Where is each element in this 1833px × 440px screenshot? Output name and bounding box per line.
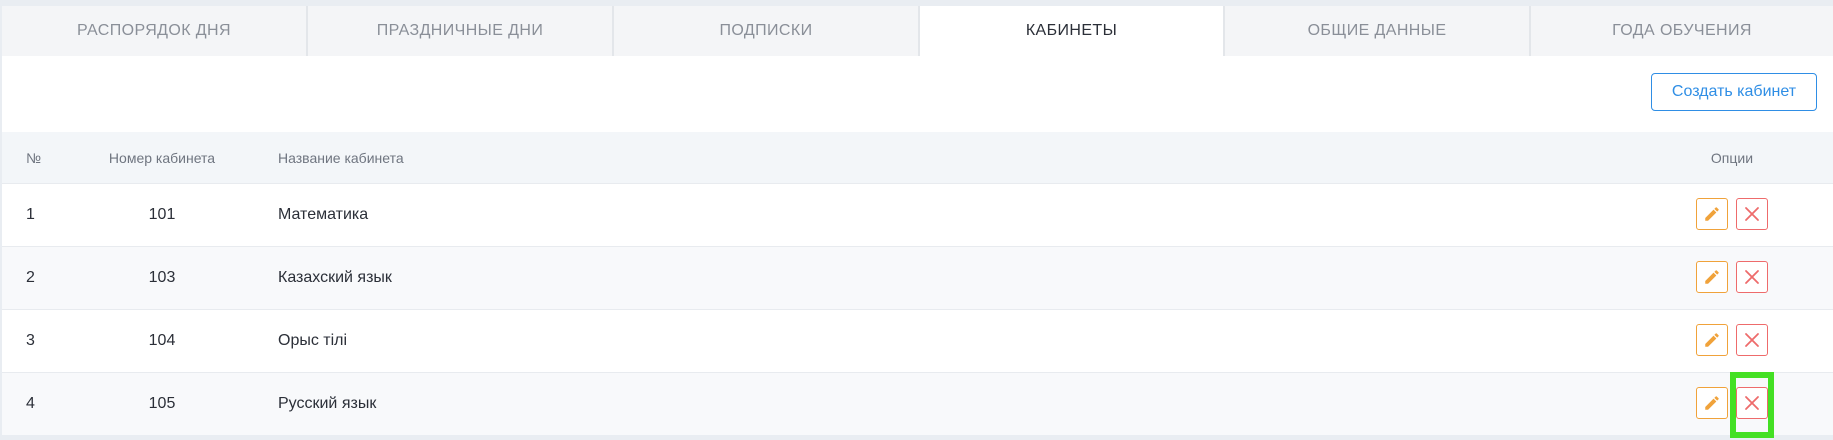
- row-actions: [1696, 324, 1768, 356]
- delete-button[interactable]: [1736, 198, 1768, 230]
- edit-button[interactable]: [1696, 387, 1728, 419]
- delete-button[interactable]: [1736, 324, 1768, 356]
- table-row: 4 105 Русский язык: [2, 372, 1833, 435]
- tab-daily-schedule[interactable]: РАСПОРЯДОК ДНЯ: [2, 6, 308, 56]
- pencil-icon: [1705, 333, 1719, 347]
- close-icon: [1745, 333, 1759, 347]
- classrooms-panel: Создать кабинет № Номер кабинета Названи…: [2, 56, 1833, 435]
- row-number: 3: [26, 332, 35, 349]
- edit-button[interactable]: [1696, 198, 1728, 230]
- tab-bar: РАСПОРЯДОК ДНЯ ПРАЗДНИЧНЫЕ ДНИ ПОДПИСКИ …: [2, 6, 1833, 56]
- tab-study-years[interactable]: ГОДА ОБУЧЕНИЯ: [1531, 6, 1833, 56]
- row-room-number: 104: [148, 332, 176, 349]
- row-room-name: Математика: [278, 206, 369, 223]
- tab-subscriptions[interactable]: ПОДПИСКИ: [614, 6, 920, 56]
- delete-highlight-box: [1730, 372, 1774, 438]
- header-room-number: Номер кабинета: [108, 149, 216, 166]
- pencil-icon: [1705, 270, 1719, 284]
- toolbar: Создать кабинет: [2, 56, 1833, 132]
- page: РАСПОРЯДОК ДНЯ ПРАЗДНИЧНЫЕ ДНИ ПОДПИСКИ …: [0, 0, 1833, 440]
- row-actions: [1696, 261, 1768, 293]
- table-row: 3 104 Орыс тілі: [2, 309, 1833, 372]
- close-icon: [1745, 207, 1759, 221]
- table-row: 2 103 Казахский язык: [2, 246, 1833, 309]
- row-number: 4: [26, 395, 35, 412]
- edit-button[interactable]: [1696, 324, 1728, 356]
- tab-classrooms[interactable]: КАБИНЕТЫ: [920, 6, 1225, 56]
- header-room-name: Название кабинета: [278, 149, 404, 166]
- row-room-number: 101: [148, 206, 176, 223]
- row-number: 2: [26, 269, 35, 286]
- row-room-name: Казахский язык: [278, 269, 392, 286]
- header-number: №: [26, 149, 42, 166]
- delete-button[interactable]: [1736, 261, 1768, 293]
- row-room-name: Русский язык: [278, 395, 377, 412]
- table-header: № Номер кабинета Название кабинета Опции: [2, 132, 1833, 183]
- create-classroom-button[interactable]: Создать кабинет: [1651, 73, 1817, 111]
- row-room-name: Орыс тілі: [278, 332, 348, 349]
- tab-holidays[interactable]: ПРАЗДНИЧНЫЕ ДНИ: [308, 6, 614, 56]
- row-actions: [1696, 198, 1768, 230]
- row-number: 1: [26, 206, 35, 223]
- table-row: 1 101 Математика: [2, 183, 1833, 246]
- row-room-number: 105: [148, 395, 176, 412]
- edit-button[interactable]: [1696, 261, 1728, 293]
- tab-general-data[interactable]: ОБЩИЕ ДАННЫЕ: [1225, 6, 1531, 56]
- pencil-icon: [1705, 396, 1719, 410]
- header-options: Опции: [1710, 149, 1754, 166]
- pencil-icon: [1705, 207, 1719, 221]
- close-icon: [1745, 270, 1759, 284]
- row-room-number: 103: [148, 269, 176, 286]
